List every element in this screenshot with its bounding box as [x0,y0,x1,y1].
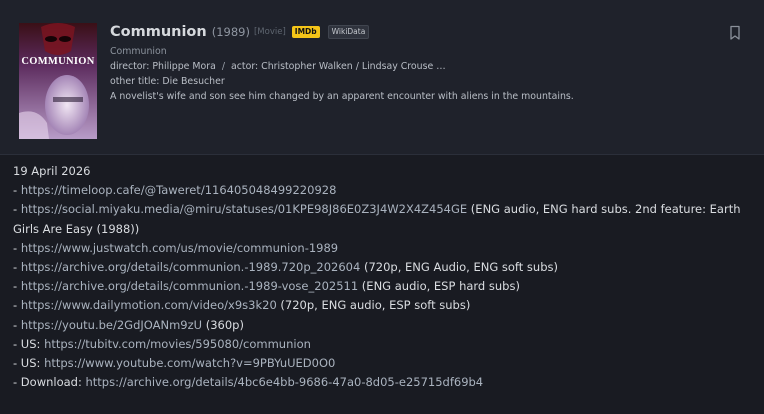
list-item: - https://www.dailymotion.com/video/x9s3… [13,296,753,315]
movie-year: (1989) [211,25,250,39]
list-item-link[interactable]: https://www.dailymotion.com/video/x9s3k2… [21,298,277,312]
list-item-note: (ENG audio, ESP hard subs) [358,279,520,294]
movie-type: [Movie] [253,27,286,37]
list-item-link[interactable]: https://youtu.be/2GdJOANm9zU [21,318,202,332]
list-item: - https://www.justwatch.com/us/movie/com… [13,239,753,258]
list-item-prefix: - [13,317,21,332]
list-item: - https://youtu.be/2GdJOANm9zU (360p) [13,316,753,335]
credits-line: director: Philippe Mora / actor: Christoph… [110,59,710,74]
actors: actor: Christopher Walken / Lindsay Crou… [231,61,446,72]
list-item: - https://archive.org/details/communion.… [13,258,753,277]
list-item-link[interactable]: https://www.youtube.com/watch?v=9PBYuUED… [44,356,335,370]
list-item-note: (720p, ENG Audio, ENG soft subs) [360,260,558,275]
other-title: other title: Die Besucher [110,76,225,87]
movie-description: A novelist's wife and son see him change… [110,91,574,102]
movie-card: COMMUNION Communion (1989) [Movie] IMDb … [0,0,764,155]
list-item-link[interactable]: https://timeloop.cafe/@Taweret/116405048… [21,183,337,197]
wikidata-badge-link[interactable]: WikiData [327,25,370,39]
list-item-link[interactable]: https://www.justwatch.com/us/movie/commu… [21,241,338,255]
post-date: 19 April 2026 [13,164,91,178]
movie-info: Communion (1989) [Movie] IMDb WikiData C… [110,21,710,104]
bookmark-icon[interactable] [728,25,742,41]
title-row: Communion (1989) [Movie] IMDb WikiData [110,21,710,43]
list-item: - https://archive.org/details/communion.… [13,277,753,296]
list-item-prefix: - Download: [13,375,86,390]
imdb-badge-link[interactable]: IMDb [291,26,320,38]
poster-image [19,23,97,139]
list-item-link[interactable]: https://social.miyaku.media/@miru/status… [21,202,467,216]
list-item-prefix: - US: [13,336,45,351]
list-item: - Download: https://archive.org/details/… [13,373,753,392]
list-item-prefix: - [13,298,21,313]
list-item-prefix: - [13,240,21,255]
poster-title-text: COMMUNION [21,56,95,67]
list-item: - https://timeloop.cafe/@Taweret/1164050… [13,181,753,200]
list-item-note: (720p, ENG audio, ESP soft subs) [276,298,471,313]
movie-title[interactable]: Communion [110,24,207,40]
list-item-link[interactable]: https://tubitv.com/movies/595080/communi… [44,337,311,351]
movie-poster[interactable]: COMMUNION [19,23,97,139]
list-item-prefix: - US: [13,356,45,371]
director: director: Philippe Mora [110,61,216,72]
list-item-prefix: - [13,202,21,217]
list-item: - US: https://tubitv.com/movies/595080/c… [13,335,753,354]
list-item-prefix: - [13,260,21,275]
post-body: 19 April 2026 - https://timeloop.cafe/@T… [13,162,753,392]
movie-subtitle: Communion [110,46,167,57]
list-item: - US: https://www.youtube.com/watch?v=9P… [13,354,753,373]
credits-separator: / [221,61,226,72]
list-item-prefix: - [13,183,21,198]
list-item: - https://social.miyaku.media/@miru/stat… [13,200,753,238]
list-item-link[interactable]: https://archive.org/details/4bc6e4bb-968… [86,375,484,389]
list-item-link[interactable]: https://archive.org/details/communion.-1… [21,260,361,274]
list-item-link[interactable]: https://archive.org/details/communion.-1… [21,279,358,293]
list-item-prefix: - [13,279,21,294]
list-item-note: (360p) [202,317,244,332]
